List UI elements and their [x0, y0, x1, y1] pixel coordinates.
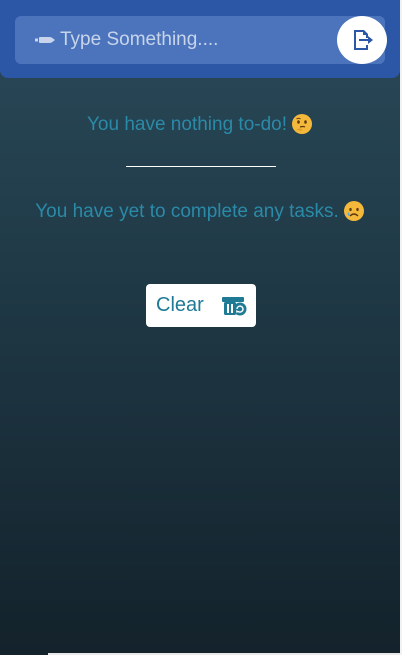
clear-button[interactable]: Clear: [146, 284, 256, 327]
trash-recycle-icon: [222, 297, 247, 316]
pen-icon: [35, 37, 55, 43]
completed-status-text: You have yet to complete any tasks.: [35, 201, 339, 222]
task-input-wrapper[interactable]: [15, 16, 385, 64]
sad-face-icon: [343, 201, 364, 221]
completed-status: You have yet to complete any tasks.: [0, 200, 400, 223]
clear-button-label: Clear: [156, 294, 204, 316]
section-divider: [126, 166, 276, 167]
add-task-button[interactable]: [337, 16, 387, 64]
app-header: [0, 0, 400, 78]
export-file-icon: [354, 30, 373, 50]
todo-status: You have nothing to-do!: [0, 113, 400, 136]
todo-status-text: You have nothing to-do!: [86, 114, 288, 135]
task-input[interactable]: [60, 16, 330, 64]
thinking-face-icon: [292, 114, 313, 134]
